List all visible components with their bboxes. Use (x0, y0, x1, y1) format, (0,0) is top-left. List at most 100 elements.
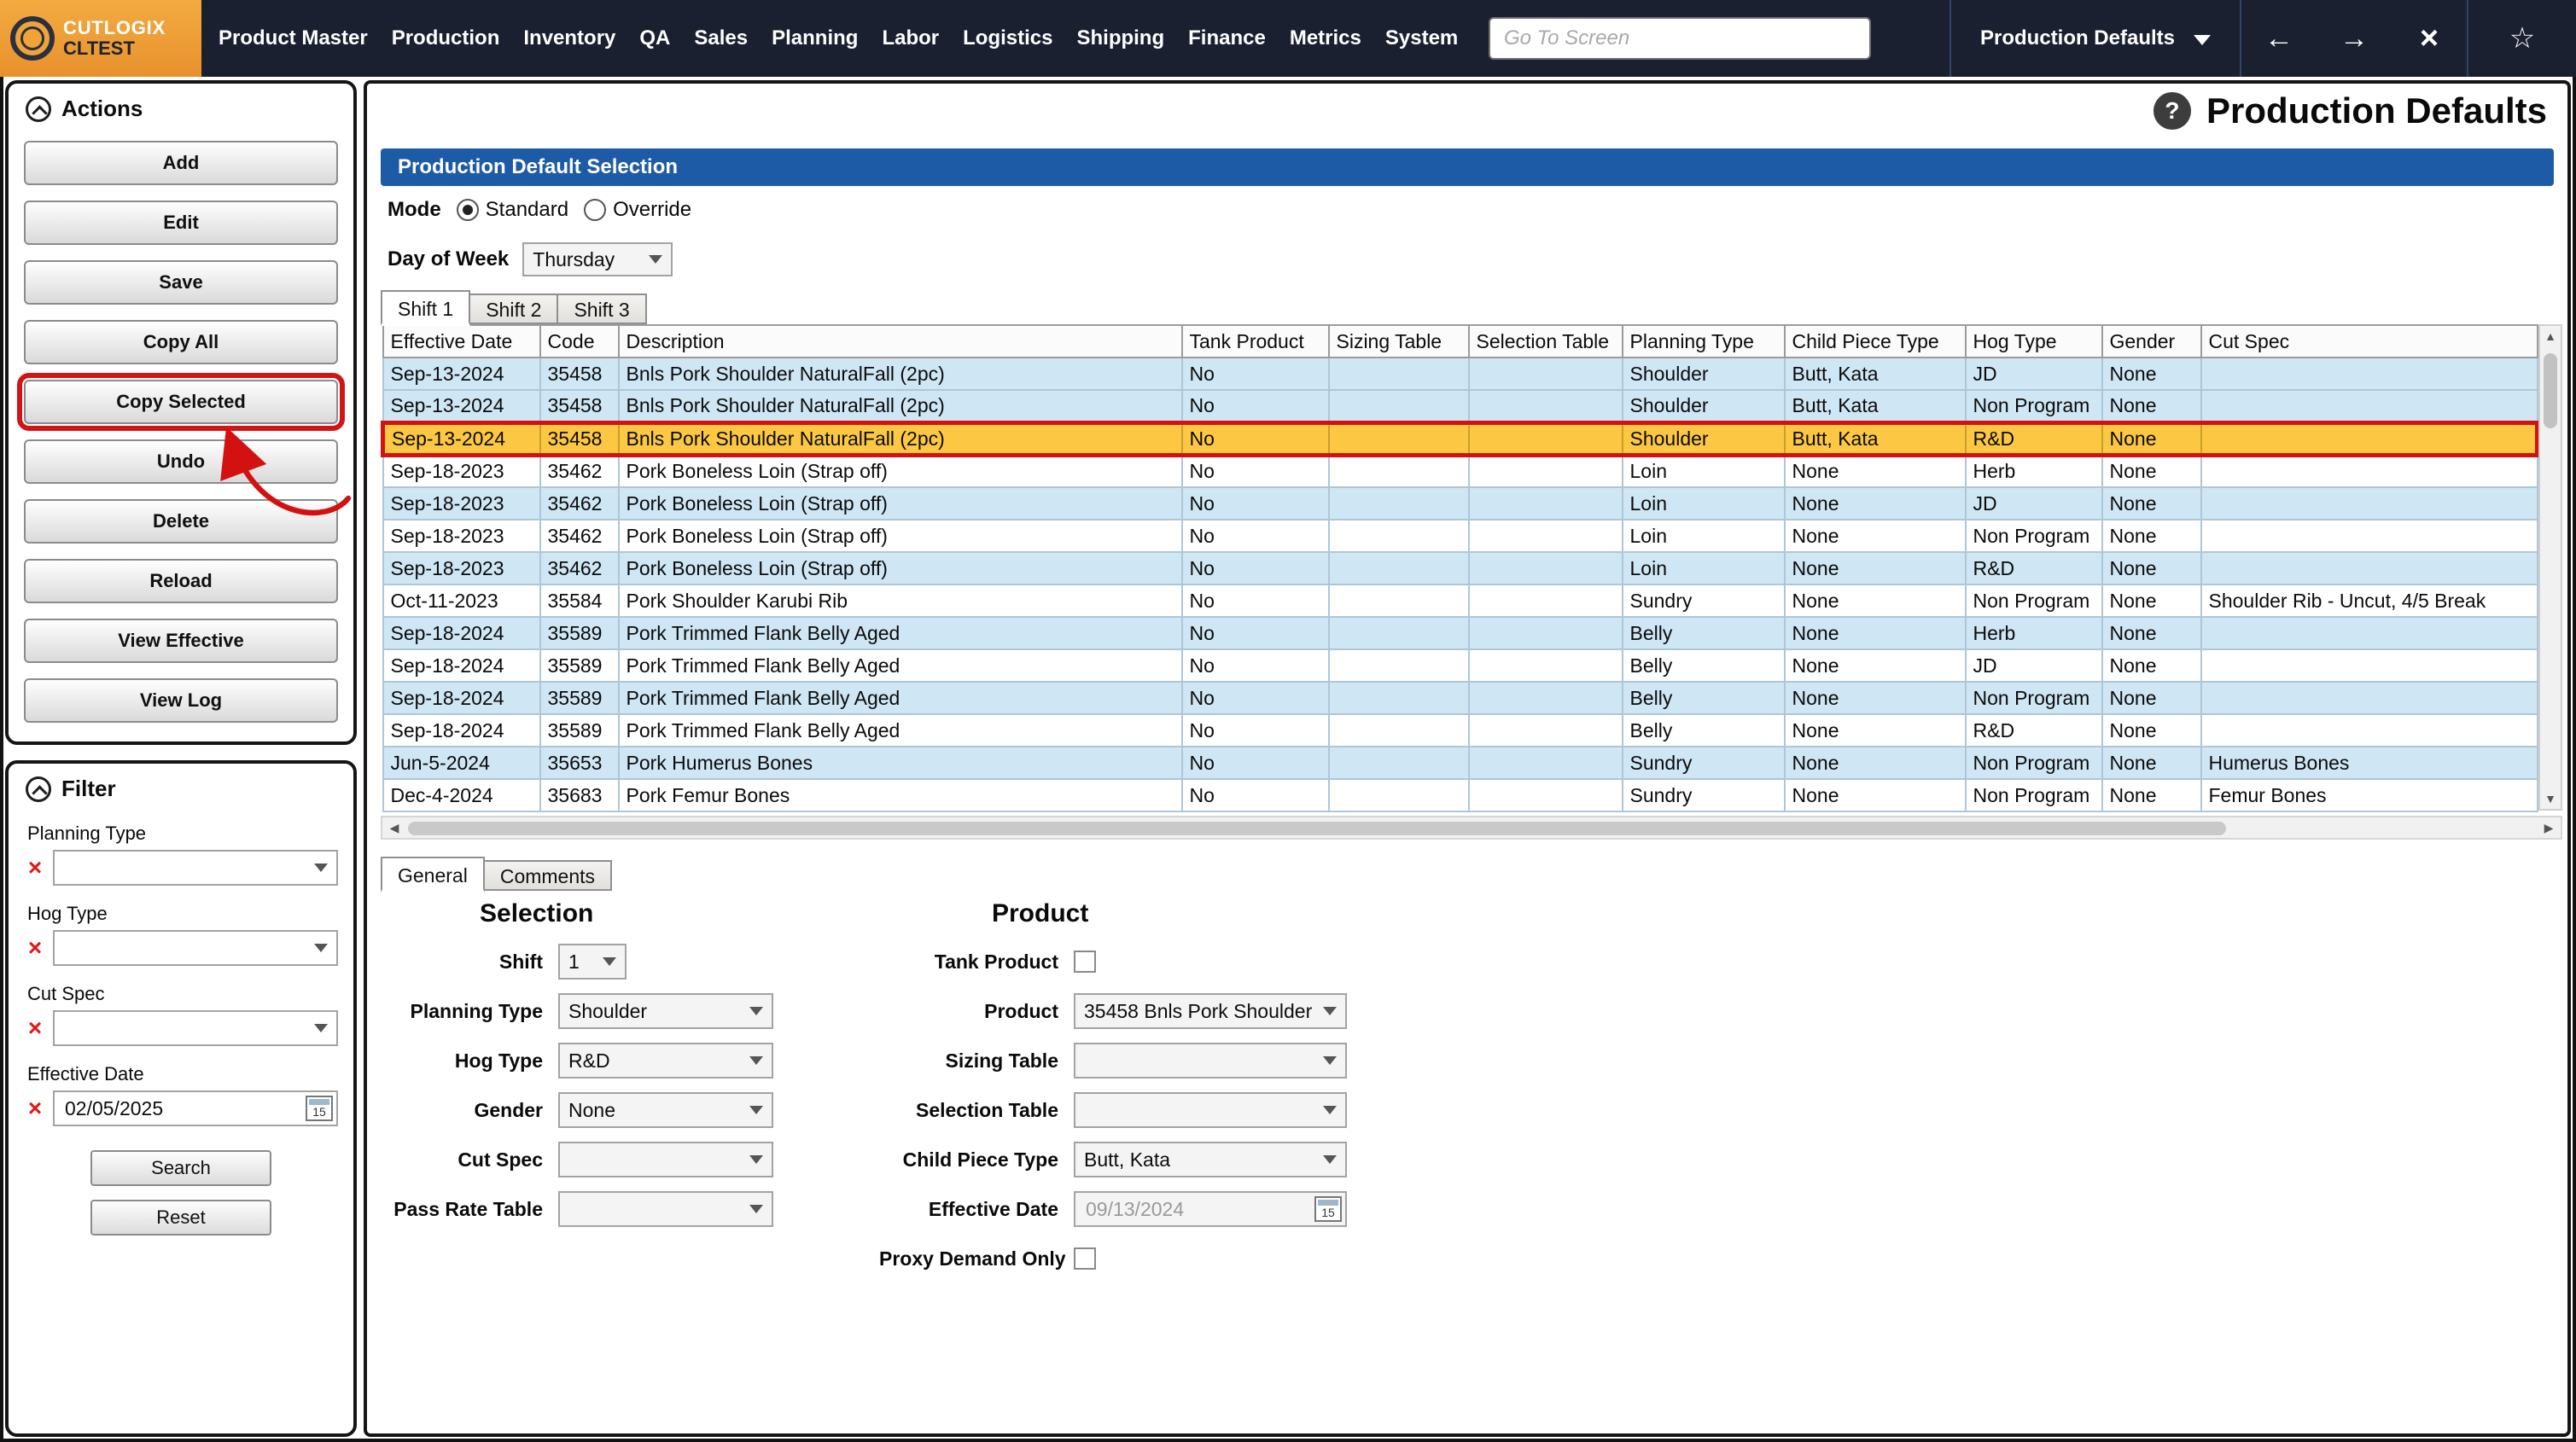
cut-spec-filter-select[interactable] (53, 1010, 338, 1046)
clear-filter-icon[interactable]: × (24, 1016, 46, 1040)
shift-select[interactable]: 1 (558, 944, 627, 980)
view-effective-button[interactable]: View Effective (24, 619, 338, 663)
tab-shift-3[interactable]: Shift 3 (557, 294, 647, 324)
scroll-right-icon[interactable]: ▶ (2538, 817, 2559, 838)
search-button[interactable]: Search (90, 1150, 271, 1186)
column-header-hog-type[interactable]: Hog Type (1964, 324, 2103, 358)
column-header-description[interactable]: Description (617, 324, 1183, 358)
scroll-up-icon[interactable]: ▲ (2540, 329, 2561, 343)
tab-general[interactable]: General (381, 857, 485, 893)
table-row[interactable]: Dec-4-2024 35683 Pork Femur Bones No Sundry N… (382, 778, 2538, 812)
highlighted-table-row[interactable]: Sep-13-2024 35458 Bnls Pork Shoulder Natur… (381, 420, 2539, 457)
tank-product-checkbox[interactable] (1074, 951, 1096, 973)
proxy-demand-only-checkbox[interactable] (1074, 1247, 1096, 1270)
table-row[interactable]: Sep-18-2024 35589 Pork Trimmed Flank Belly… (382, 648, 2538, 683)
table-row[interactable]: Sep-18-2023 35462 Pork Boneless Loin (Stra… (382, 551, 2538, 585)
horizontal-scrollbar[interactable]: ◀ ▶ (381, 816, 2562, 840)
nav-item-qa[interactable]: QA (627, 0, 682, 77)
column-header-effective-date[interactable]: Effective Date (382, 324, 541, 358)
table-row[interactable]: Sep-13-2024 35458 Bnls Pork Shoulder Natur… (382, 389, 2538, 423)
clear-filter-icon[interactable]: × (24, 856, 46, 880)
clear-filter-icon[interactable]: × (24, 936, 46, 960)
nav-item-finance[interactable]: Finance (1176, 0, 1278, 77)
cut-spec-select[interactable] (558, 1142, 773, 1177)
tab-shift-1[interactable]: Shift 1 (381, 290, 471, 326)
nav-item-logistics[interactable]: Logistics (951, 0, 1064, 77)
scroll-left-icon[interactable]: ◀ (384, 817, 405, 838)
shift-label: Shift (498, 950, 543, 973)
nav-item-metrics[interactable]: Metrics (1278, 0, 1373, 77)
nav-item-planning[interactable]: Planning (760, 0, 870, 77)
planning-type-select[interactable]: Shoulder (558, 993, 773, 1029)
help-icon[interactable]: ? (2153, 92, 2191, 130)
view-log-button[interactable]: View Log (24, 678, 338, 723)
screen-selector-dropdown[interactable]: Production Defaults (1951, 0, 2240, 77)
product-select[interactable]: 35458 Bnls Pork Shoulder N (1074, 993, 1347, 1029)
table-row[interactable]: Sep-18-2024 35589 Pork Trimmed Flank Belly… (382, 616, 2538, 650)
favorite-star-icon[interactable]: ☆ (2468, 0, 2576, 77)
pass-rate-table-select[interactable] (558, 1191, 773, 1227)
table-row[interactable]: Oct-11-2023 35584 Pork Shoulder Karubi Rib… (382, 584, 2538, 618)
save-button[interactable]: Save (24, 260, 338, 305)
copy-all-button[interactable]: Copy All (24, 320, 338, 364)
table-row[interactable]: Sep-18-2024 35589 Pork Trimmed Flank Belly… (382, 713, 2538, 747)
table-row[interactable]: Jun-5-2024 35653 Pork Humerus Bones No Sundr… (382, 746, 2538, 780)
gender-select[interactable]: None (558, 1092, 773, 1128)
edit-button[interactable]: Edit (24, 201, 338, 245)
selection-table-select[interactable] (1074, 1092, 1347, 1128)
nav-item-production[interactable]: Production (380, 0, 512, 77)
column-header-sizing-table[interactable]: Sizing Table (1327, 324, 1470, 358)
calendar-icon[interactable]: 15 (306, 1096, 333, 1121)
column-header-cut-spec[interactable]: Cut Spec (2200, 324, 2538, 358)
mode-option-override[interactable]: Override (584, 198, 691, 222)
collapse-chevron-icon[interactable] (26, 96, 51, 122)
column-header-child-piece-type[interactable]: Child Piece Type (1783, 324, 1967, 358)
clear-filter-icon[interactable]: × (24, 1096, 46, 1120)
brand-block[interactable]: CUTLOGIX CLTEST (0, 0, 201, 77)
vertical-scroll-thumb[interactable] (2544, 353, 2557, 428)
day-of-week-select[interactable]: Thursday (522, 242, 673, 276)
column-header-selection-table[interactable]: Selection Table (1467, 324, 1623, 358)
vertical-scrollbar[interactable]: ▲ ▼ (2538, 324, 2562, 811)
column-header-planning-type[interactable]: Planning Type (1621, 324, 1786, 358)
effective-date-filter-input[interactable]: 02/05/2025 15 (53, 1090, 338, 1126)
table-row[interactable]: Sep-18-2023 35462 Pork Boneless Loin (Stra… (382, 519, 2538, 553)
column-header-tank-product[interactable]: Tank Product (1180, 324, 1330, 358)
effective-date-input[interactable]: 09/13/2024 15 (1074, 1191, 1347, 1227)
add-button[interactable]: Add (24, 141, 338, 185)
reload-button[interactable]: Reload (24, 559, 338, 603)
hog-type-select[interactable]: R&D (558, 1043, 773, 1079)
nav-item-shipping[interactable]: Shipping (1064, 0, 1176, 77)
copy-selected-button[interactable]: Copy Selected (17, 373, 345, 431)
column-header-gender[interactable]: Gender (2101, 324, 2202, 358)
close-button[interactable]: × (2392, 0, 2467, 77)
table-row[interactable]: Sep-13-2024 35458 Bnls Pork Shoulder Natur… (382, 357, 2538, 391)
table-row[interactable]: Sep-18-2023 35462 Pork Boneless Loin (Stra… (382, 486, 2538, 520)
go-to-screen-input[interactable] (1488, 17, 1871, 60)
nav-item-inventory[interactable]: Inventory (511, 0, 627, 77)
nav-item-product-master[interactable]: Product Master (207, 0, 380, 77)
forward-button[interactable]: → (2317, 0, 2392, 77)
child-piece-type-select[interactable]: Butt, Kata (1074, 1142, 1347, 1177)
column-header-code[interactable]: Code (539, 324, 620, 358)
product-select-value: 35458 Bnls Pork Shoulder N (1084, 999, 1316, 1022)
reset-button[interactable]: Reset (90, 1200, 271, 1236)
table-row[interactable]: Sep-18-2023 35462 Pork Boneless Loin (Stra… (382, 454, 2538, 488)
horizontal-scroll-thumb[interactable] (408, 822, 2226, 835)
mode-option-standard[interactable]: Standard (456, 198, 568, 222)
tab-shift-2[interactable]: Shift 2 (469, 294, 559, 324)
planning-type-filter-select[interactable] (53, 850, 338, 886)
table-row[interactable]: Sep-18-2024 35589 Pork Trimmed Flank Belly… (382, 681, 2538, 715)
back-button[interactable]: ← (2241, 0, 2317, 77)
tab-comments[interactable]: Comments (482, 860, 613, 891)
scroll-down-icon[interactable]: ▼ (2540, 792, 2561, 805)
collapse-chevron-icon[interactable] (26, 776, 51, 802)
nav-item-sales[interactable]: Sales (682, 0, 760, 77)
delete-button[interactable]: Delete (24, 499, 338, 544)
calendar-icon[interactable]: 15 (1314, 1196, 1342, 1222)
nav-item-system[interactable]: System (1373, 0, 1470, 77)
undo-button[interactable]: Undo (24, 439, 338, 484)
hog-type-filter-select[interactable] (53, 930, 338, 966)
nav-item-labor[interactable]: Labor (870, 0, 951, 77)
sizing-table-select[interactable] (1074, 1043, 1347, 1079)
